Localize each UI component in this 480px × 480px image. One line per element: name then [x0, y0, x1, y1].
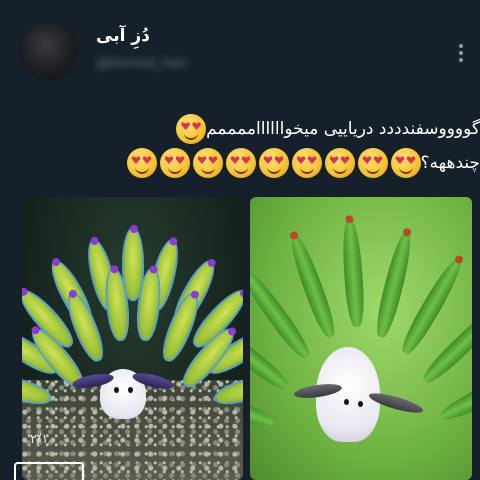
author-display-name[interactable]: دُزِ آبی	[96, 26, 150, 46]
slug-eye	[344, 399, 349, 405]
slug-eye	[358, 401, 363, 407]
post-media	[22, 197, 472, 480]
author-handle[interactable]: @blurred_handle	[96, 56, 188, 72]
image-watermark: ۲/۱	[30, 432, 49, 447]
smiling-face-with-heart-eyes-icon	[126, 148, 157, 178]
more-options-button[interactable]	[450, 42, 472, 66]
cerata-leaf	[372, 228, 417, 340]
post-text-line-1-content: گووووسفندددد دریاییی میخوااااااممممم	[206, 119, 480, 139]
more-dot-icon	[459, 58, 463, 62]
cerata-leaf	[340, 216, 366, 328]
overlay-frame-icon	[14, 462, 84, 480]
sea-slug-photo-right[interactable]	[250, 197, 472, 480]
post-text-line-1: گووووسفندددد دریاییی میخوااااااممممم	[30, 112, 480, 146]
avatar[interactable]	[20, 22, 78, 80]
smiling-face-with-heart-eyes-icon	[192, 148, 223, 178]
smiling-face-with-heart-eyes-icon	[357, 148, 388, 178]
slug-eye	[128, 387, 133, 393]
smiling-face-with-heart-eyes-icon	[176, 114, 207, 144]
smiling-face-with-heart-eyes-icon	[258, 148, 289, 178]
post-text-line-2-content: چندههه؟	[420, 153, 480, 173]
more-dot-icon	[459, 44, 463, 48]
slug-eye	[114, 387, 119, 393]
more-dot-icon	[459, 51, 463, 55]
post-header: دُزِ آبی @blurred_handle	[0, 0, 480, 100]
smiling-face-with-heart-eyes-icon	[159, 148, 190, 178]
smiling-face-with-heart-eyes-icon	[225, 148, 256, 178]
smiling-face-with-heart-eyes-icon	[291, 148, 322, 178]
post-text: گووووسفندددد دریاییی میخوااااااممممم چند…	[30, 112, 480, 180]
smiling-face-with-heart-eyes-icon	[324, 148, 355, 178]
sea-slug-photo-left[interactable]	[22, 197, 243, 480]
smiling-face-with-heart-eyes-icon	[390, 148, 421, 178]
cerata-leaf	[250, 376, 277, 432]
post-text-line-2: چندههه؟	[30, 146, 480, 180]
